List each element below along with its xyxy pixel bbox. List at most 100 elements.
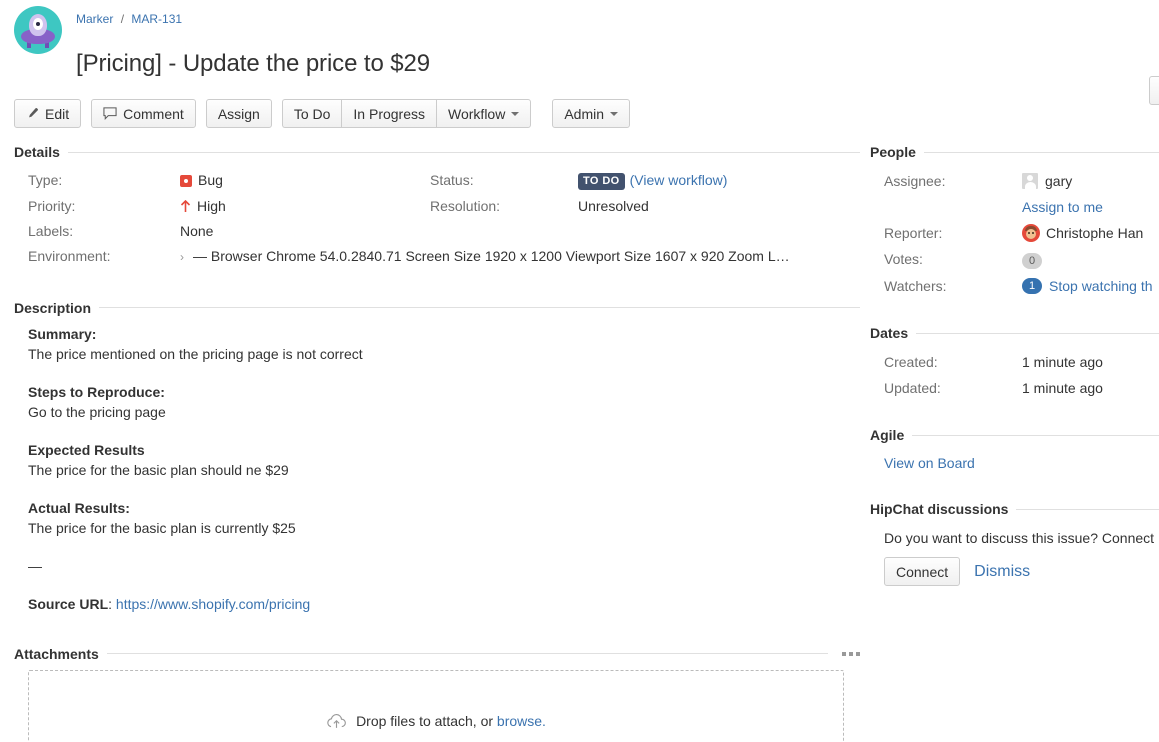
dismiss-link[interactable]: Dismiss (974, 563, 1030, 581)
in-progress-button[interactable]: In Progress (341, 99, 436, 128)
divider (1016, 509, 1159, 510)
resolution-value: Unresolved (578, 194, 860, 219)
main-column: Details Type: Bug Status: TO DO (View wor… (0, 144, 860, 742)
people-module: People Assignee: gary Assign to me Repor… (870, 144, 1159, 299)
dates-grid: Created: 1 minute ago Updated: 1 minute … (870, 349, 1159, 401)
dates-section-header: Dates (870, 325, 1159, 341)
stop-watching-link[interactable]: Stop watching th (1049, 277, 1153, 295)
drop-files-hint: Drop files to attach, or browse. (29, 713, 843, 730)
details-grid: Type: Bug Status: TO DO(View workflow) P… (14, 168, 860, 270)
hipchat-section-header: HipChat discussions (870, 501, 1159, 517)
labels-value: None (180, 219, 430, 244)
admin-button-label: Admin (564, 106, 604, 122)
breadcrumb-issue-link[interactable]: MAR-131 (131, 12, 182, 26)
divider (107, 653, 828, 654)
expected-results-text: The price for the basic plan should ne $… (28, 460, 860, 480)
attachments-module: Attachments Drop files to attach, or bro… (14, 646, 860, 742)
issue-toolbar: Edit Comment Assign To Do In Progress Wo… (14, 99, 1159, 128)
view-workflow-link[interactable]: (View workflow) (630, 172, 728, 188)
hipchat-module: HipChat discussions Do you want to discu… (870, 501, 1159, 586)
issue-content: Details Type: Bug Status: TO DO (View wor… (0, 144, 1159, 742)
dates-module: Dates Created: 1 minute ago Updated: 1 m… (870, 325, 1159, 401)
attachments-section-title: Attachments (14, 646, 99, 662)
watchers-value-cell: 1 Stop watching th (1022, 273, 1159, 299)
environment-value: — Browser Chrome 54.0.2840.71 Screen Siz… (193, 248, 790, 265)
details-module: Details Type: Bug Status: TO DO (View wor… (14, 144, 860, 270)
breadcrumb: Marker / MAR-131 (76, 8, 1159, 27)
source-url-link[interactable]: https://www.shopify.com/pricing (116, 596, 310, 612)
comment-button[interactable]: Comment (91, 99, 196, 128)
agile-links: View on Board (870, 451, 1159, 475)
divider (99, 307, 860, 308)
assign-to-me-link[interactable]: Assign to me (1022, 199, 1103, 215)
status-label: Status: (430, 168, 578, 194)
bug-icon (180, 175, 192, 187)
steps-heading: Steps to Reproduce: (28, 382, 860, 402)
edit-button[interactable]: Edit (14, 99, 81, 128)
comment-button-label: Comment (123, 106, 184, 122)
breadcrumb-project-link[interactable]: Marker (76, 12, 113, 26)
divider (912, 435, 1159, 436)
divider (924, 152, 1159, 153)
status-badge: TO DO (578, 173, 625, 190)
summary-text: The price mentioned on the pricing page … (28, 344, 860, 364)
workflow-dropdown-button[interactable]: Workflow (436, 99, 531, 128)
agile-section-title: Agile (870, 427, 904, 443)
sidebar: People Assignee: gary Assign to me Repor… (860, 144, 1159, 742)
description-body: Summary: The price mentioned on the pric… (14, 324, 860, 614)
description-divider-dash: — (28, 556, 860, 576)
expected-results-heading: Expected Results (28, 440, 860, 460)
hipchat-section-title: HipChat discussions (870, 501, 1008, 517)
project-avatar[interactable] (14, 6, 62, 54)
browse-link[interactable]: browse. (497, 713, 546, 729)
votes-badge: 0 (1022, 253, 1042, 269)
people-section-header: People (870, 144, 1159, 160)
chevron-down-icon (511, 112, 519, 116)
edit-button-label: Edit (45, 106, 69, 122)
actual-results-heading: Actual Results: (28, 498, 860, 518)
avatar (1022, 224, 1040, 242)
avatar (1022, 173, 1038, 189)
details-section-title: Details (14, 144, 60, 160)
status-value-cell: TO DO (View workflow) (578, 168, 860, 194)
summary-heading: Summary: (28, 324, 860, 344)
assign-button[interactable]: Assign (206, 99, 272, 128)
details-section-header: Details (14, 144, 860, 160)
connect-button-label: Connect (896, 564, 948, 580)
votes-label: Votes: (870, 246, 1022, 273)
reporter-value-cell: Christophe Han (1022, 220, 1159, 246)
spacer-cell (578, 219, 860, 244)
ellipsis-icon[interactable] (836, 652, 860, 656)
connect-button[interactable]: Connect (884, 557, 960, 586)
priority-value-cell: High (180, 194, 430, 219)
votes-value-cell: 0 (1022, 246, 1159, 273)
drop-files-text: Drop files to attach, or (356, 713, 493, 729)
description-section-header: Description (14, 300, 860, 316)
source-url-separator: : (108, 596, 112, 612)
comment-icon (103, 107, 117, 120)
view-on-board-link[interactable]: View on Board (884, 455, 975, 471)
divider (68, 152, 860, 153)
watchers-label: Watchers: (870, 273, 1022, 299)
actual-results-text: The price for the basic plan is currentl… (28, 518, 860, 538)
priority-value: High (197, 198, 226, 215)
environment-label: Environment: (14, 244, 180, 270)
spacer-cell (870, 194, 1022, 220)
resolution-label: Resolution: (430, 194, 578, 219)
offscreen-toolbar-button[interactable] (1149, 76, 1159, 105)
workflow-button-label: Workflow (448, 106, 505, 122)
todo-button[interactable]: To Do (282, 99, 342, 128)
reporter-value: Christophe Han (1046, 224, 1143, 242)
description-module: Description Summary: The price mentioned… (14, 300, 860, 614)
type-label: Type: (14, 168, 180, 194)
steps-text: Go to the pricing page (28, 402, 860, 422)
issue-header: Marker / MAR-131 [Pricing] - Update the … (0, 0, 1159, 128)
type-value: Bug (198, 172, 223, 189)
people-grid: Assignee: gary Assign to me Reporter: (870, 168, 1159, 299)
page-title: [Pricing] - Update the price to $29 (76, 43, 1159, 79)
chevron-right-icon[interactable]: › (180, 249, 184, 266)
attachment-dropzone[interactable]: Drop files to attach, or browse. Set up … (28, 670, 844, 742)
environment-value-cell: › — Browser Chrome 54.0.2840.71 Screen S… (180, 244, 860, 270)
spacer-cell (430, 219, 578, 244)
admin-dropdown-button[interactable]: Admin (552, 99, 630, 128)
